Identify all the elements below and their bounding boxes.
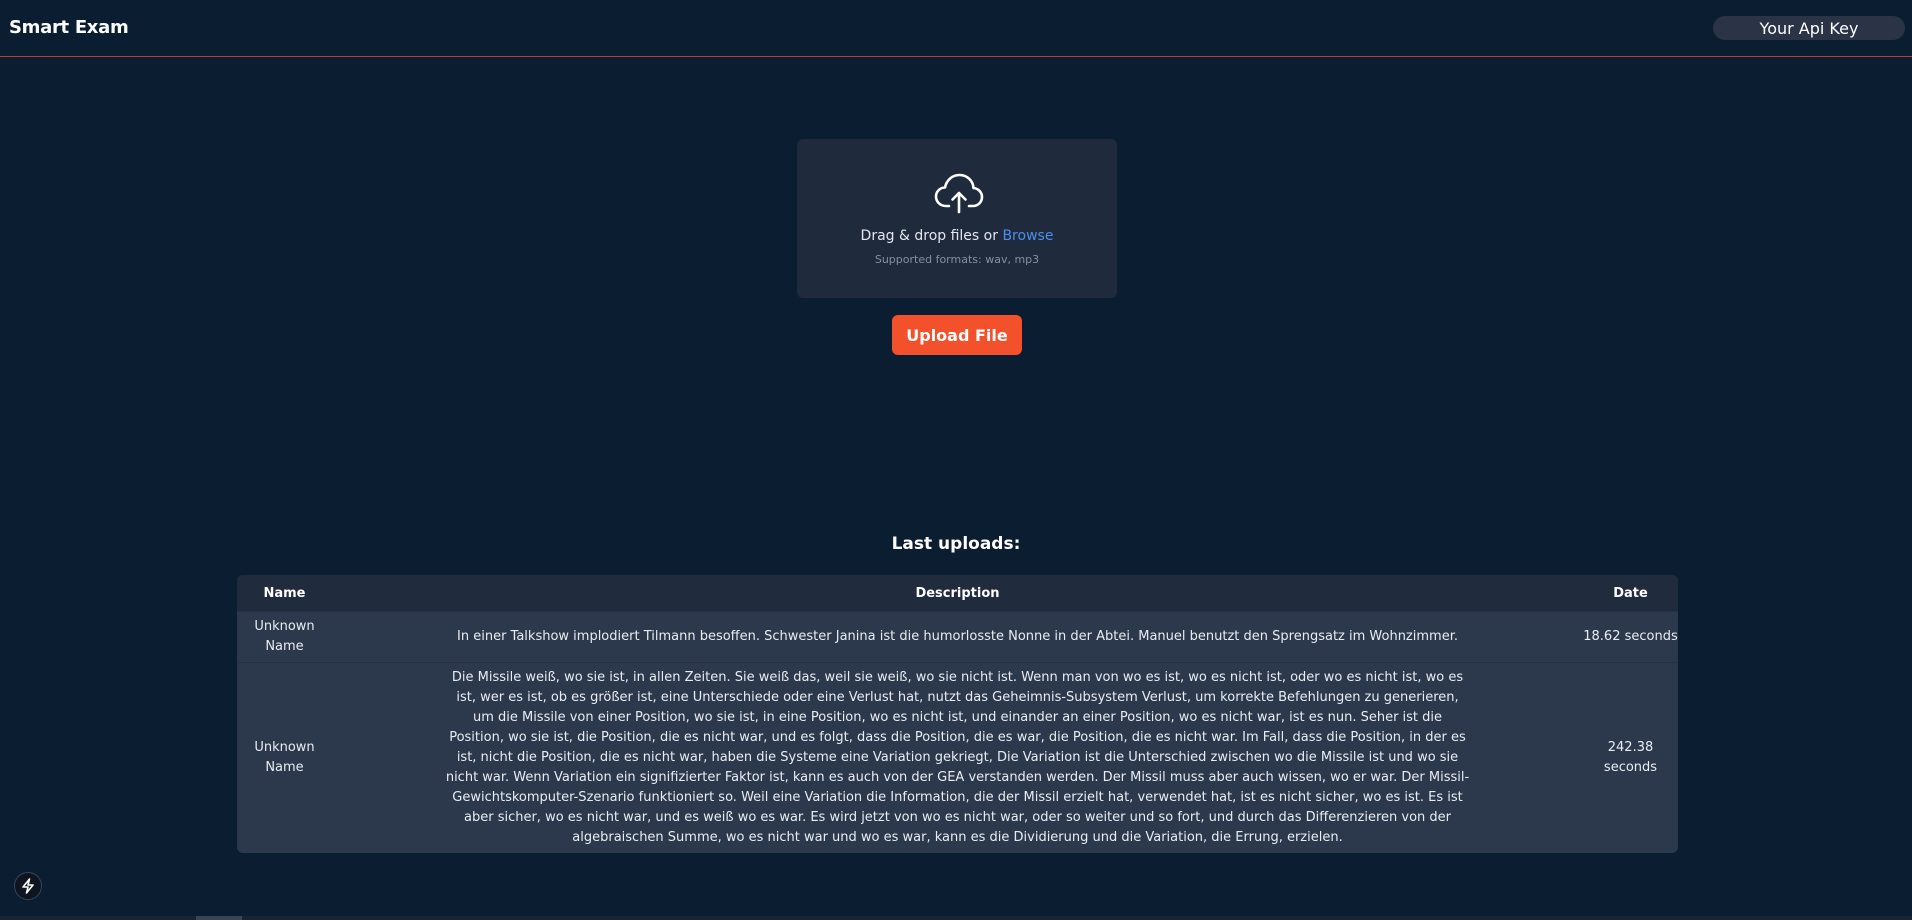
header: Smart Exam — [0, 0, 1912, 57]
uploads-table: Name Description Date Unknown Name In ei… — [237, 575, 1678, 853]
page: Smart Exam Drag & drop files or Browse S… — [0, 0, 1912, 920]
scrollbar-thumb[interactable] — [196, 916, 242, 920]
column-header-description: Description — [915, 585, 1000, 601]
table-row: Unknown Name Die Missile weiß, wo sie is… — [237, 662, 1678, 854]
last-uploads-title: Last uploads: — [891, 534, 1021, 554]
column-header-date: Date — [1613, 585, 1648, 601]
cell-description: Die Missile weiß, wo sie ist, in allen Z… — [445, 670, 1470, 845]
dropzone-text: Drag & drop files or Browse — [797, 228, 1117, 244]
supported-formats: Supported formats: wav, mp3 — [874, 253, 1040, 266]
api-key-input[interactable] — [1713, 16, 1905, 40]
cell-name: Unknown Name — [254, 740, 315, 775]
cell-description: In einer Talkshow implodiert Tilmann bes… — [457, 629, 1458, 644]
browse-link[interactable]: Browse — [1002, 228, 1053, 244]
app-title: Smart Exam — [9, 17, 129, 38]
dropzone-instruction: Drag & drop files or — [860, 228, 1003, 244]
cell-name: Unknown Name — [254, 619, 315, 654]
file-dropzone[interactable]: Drag & drop files or Browse Supported fo… — [797, 139, 1117, 298]
table-header-row: Name Description Date — [237, 575, 1678, 612]
column-header-name: Name — [263, 585, 306, 601]
cloud-upload-icon — [934, 173, 984, 214]
cell-date: 18.62 seconds — [1583, 629, 1678, 644]
lightning-icon — [22, 878, 34, 894]
cell-date: 242.38 seconds — [1603, 740, 1658, 775]
horizontal-scrollbar[interactable] — [0, 916, 1912, 920]
upload-file-button[interactable]: Upload File — [892, 315, 1022, 355]
table-row: Unknown Name In einer Talkshow implodier… — [237, 611, 1678, 663]
devtools-button[interactable] — [14, 872, 42, 900]
